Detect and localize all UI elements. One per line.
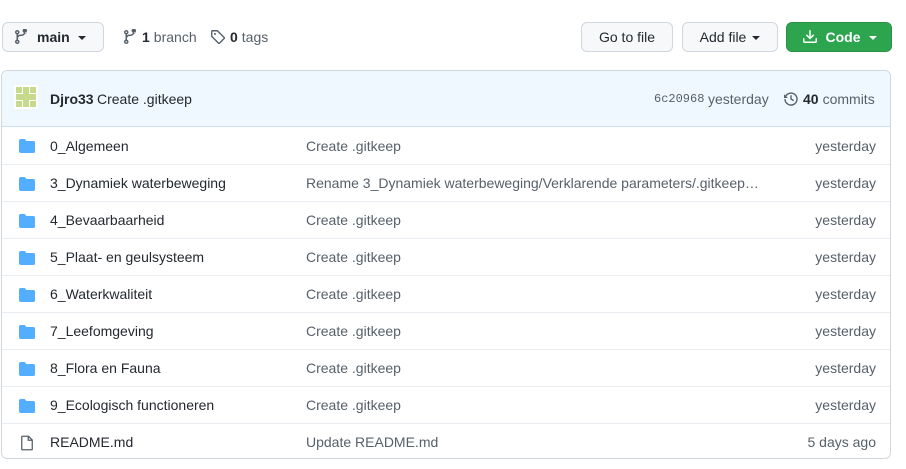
file-commit-age: 5 days ago <box>807 434 877 450</box>
commit-author[interactable]: Djro33 <box>50 91 94 107</box>
avatar[interactable] <box>14 85 38 109</box>
file-commit-message[interactable]: Create .gitkeep <box>306 212 762 228</box>
tags-link[interactable]: 0 tags <box>210 29 268 45</box>
file-name[interactable]: 8_Flora en Fauna <box>50 360 161 376</box>
branch-name: main <box>37 29 70 45</box>
file-commit-age: yesterday <box>815 212 876 228</box>
branch-count: 1 <box>142 29 150 45</box>
file-row: 7_Leefomgeving Create .gitkeep yesterday <box>2 312 890 349</box>
commits-history-link[interactable]: 40 commits <box>783 91 875 107</box>
file-name[interactable]: 0_Algemeen <box>50 138 129 154</box>
file-commit-age: yesterday <box>815 175 876 191</box>
file-commit-age: yesterday <box>815 323 876 339</box>
code-button[interactable]: Code <box>786 22 892 52</box>
branches-link[interactable]: 1 branch <box>122 29 197 45</box>
file-name[interactable]: 3_Dynamiek waterbeweging <box>50 175 226 191</box>
file-commit-message[interactable]: Create .gitkeep <box>306 360 762 376</box>
folder-icon <box>19 214 35 228</box>
file-commit-message[interactable]: Rename 3_Dynamiek waterbeweging/Verklare… <box>306 175 762 191</box>
file-commit-age: yesterday <box>815 397 876 413</box>
file-commit-message[interactable]: Update README.md <box>306 434 762 450</box>
file-commit-age: yesterday <box>815 249 876 265</box>
file-browser: Djro33 Create .gitkeep 6c20968 yesterday… <box>1 70 891 459</box>
file-row: 6_Waterkwaliteit Create .gitkeep yesterd… <box>2 275 890 312</box>
add-file-button[interactable]: Add file <box>682 22 778 52</box>
commit-time: yesterday <box>708 90 769 107</box>
folder-icon <box>19 251 35 265</box>
file-name[interactable]: 7_Leefomgeving <box>50 323 154 339</box>
commit-message[interactable]: Create .gitkeep <box>97 91 192 107</box>
commits-label: commits <box>822 90 875 107</box>
repo-toolbar: main 1 branch 0 tags Go to file Add file… <box>0 0 906 70</box>
folder-icon <box>19 139 35 153</box>
chevron-down-icon <box>77 36 86 40</box>
file-list: 0_Algemeen Create .gitkeep yesterday 3_D… <box>2 127 890 458</box>
file-commit-message[interactable]: Create .gitkeep <box>306 323 762 339</box>
file-row: 0_Algemeen Create .gitkeep yesterday <box>2 127 890 164</box>
code-label: Code <box>825 29 861 45</box>
file-row: 5_Plaat- en geulsysteem Create .gitkeep … <box>2 238 890 275</box>
tag-icon <box>211 30 226 45</box>
file-commit-age: yesterday <box>815 360 876 376</box>
file-commit-message[interactable]: Create .gitkeep <box>306 138 762 154</box>
git-branch-icon <box>15 29 27 44</box>
file-commit-message[interactable]: Create .gitkeep <box>306 397 762 413</box>
file-row: 4_Bevaarbaarheid Create .gitkeep yesterd… <box>2 201 890 238</box>
history-icon <box>784 91 798 106</box>
file-row: README.md Update README.md 5 days ago <box>2 423 890 458</box>
go-to-file-button[interactable]: Go to file <box>581 22 673 52</box>
folder-icon <box>19 177 35 191</box>
file-row: 9_Ecologisch functioneren Create .gitkee… <box>2 386 890 423</box>
commit-count: 40 <box>803 90 819 107</box>
file-row: 8_Flora en Fauna Create .gitkeep yesterd… <box>2 349 890 386</box>
file-commit-age: yesterday <box>815 137 876 154</box>
file-name[interactable]: 5_Plaat- en geulsysteem <box>50 249 204 265</box>
file-row: 3_Dynamiek waterbeweging Rename 3_Dynami… <box>2 164 890 201</box>
git-branch-icon <box>124 29 136 44</box>
file-name[interactable]: README.md <box>50 434 133 450</box>
tag-count: 0 <box>230 29 238 45</box>
file-name[interactable]: 6_Waterkwaliteit <box>50 286 152 302</box>
file-commit-age: yesterday <box>815 286 876 302</box>
file-commit-message[interactable]: Create .gitkeep <box>306 286 762 302</box>
file-icon <box>21 435 33 451</box>
latest-commit-bar: Djro33 Create .gitkeep 6c20968 yesterday… <box>2 71 890 127</box>
file-commit-message[interactable]: Create .gitkeep <box>306 249 762 265</box>
folder-icon <box>19 325 35 339</box>
add-file-label: Add file <box>699 29 747 45</box>
folder-icon <box>19 362 35 376</box>
branch-select-button[interactable]: main <box>2 22 104 52</box>
folder-icon <box>19 399 35 413</box>
download-icon <box>802 30 817 43</box>
folder-icon <box>19 288 35 302</box>
tag-label: tags <box>241 29 269 45</box>
commit-sha[interactable]: 6c20968 <box>654 92 704 106</box>
branch-label: branch <box>153 29 197 45</box>
chevron-down-icon <box>868 36 877 40</box>
file-name[interactable]: 9_Ecologisch functioneren <box>50 397 214 413</box>
chevron-down-icon <box>752 36 761 40</box>
file-name[interactable]: 4_Bevaarbaarheid <box>50 212 164 228</box>
